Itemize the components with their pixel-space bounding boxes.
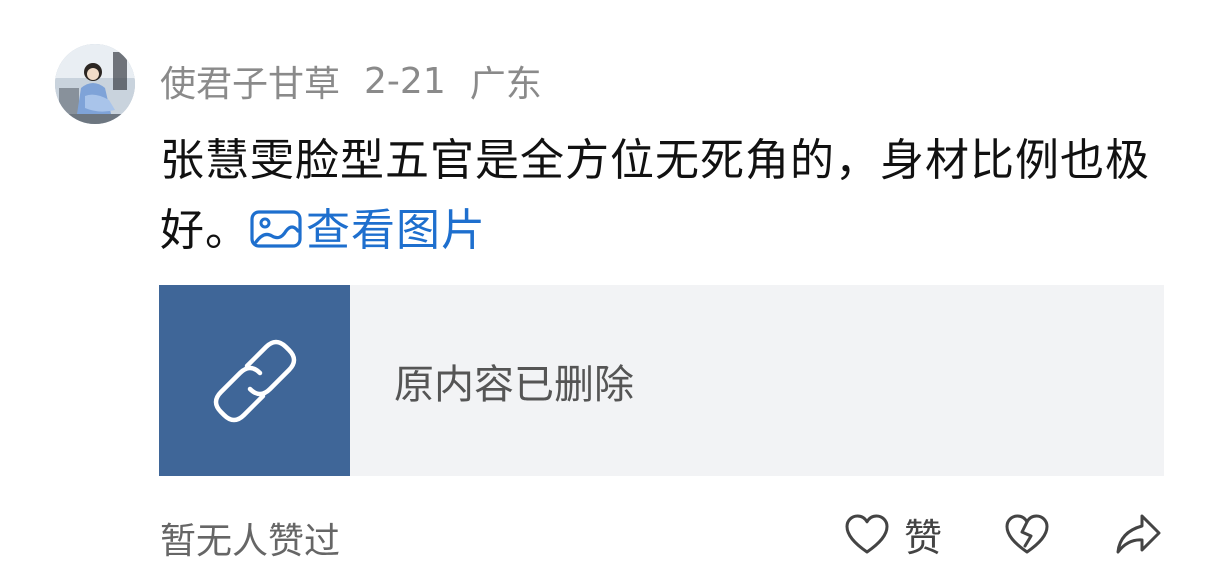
comment-body: 张慧雯脸型五官是全方位无死角的，身材比例也极好。 查看图片: [160, 126, 1170, 266]
view-image-link[interactable]: 查看图片: [250, 205, 486, 256]
dislike-button[interactable]: [1004, 513, 1050, 555]
link-card[interactable]: 原内容已删除: [159, 285, 1164, 476]
share-icon: [1116, 514, 1161, 554]
comment-meta: 使君子甘草 2-21 广东: [160, 55, 542, 107]
likes-summary: 暂无人赞过: [160, 521, 341, 562]
view-image-label: 查看图片: [306, 205, 486, 256]
avatar-image: [55, 44, 135, 124]
chain-link-icon: [213, 339, 296, 422]
share-button[interactable]: [1114, 512, 1162, 556]
heart-icon: [845, 514, 889, 554]
comment-actions: 赞: [844, 506, 1162, 562]
broken-heart-icon: [1005, 514, 1049, 554]
avatar[interactable]: [55, 44, 135, 124]
link-card-title: 原内容已删除: [394, 361, 634, 408]
comment-location: 广东: [469, 64, 542, 105]
comment-date: 2-21: [364, 60, 446, 102]
image-icon: [250, 210, 302, 248]
link-thumbnail: [159, 285, 350, 476]
like-label: 赞: [903, 515, 942, 560]
author-name[interactable]: 使君子甘草: [160, 55, 340, 107]
like-button[interactable]: 赞: [844, 507, 942, 562]
